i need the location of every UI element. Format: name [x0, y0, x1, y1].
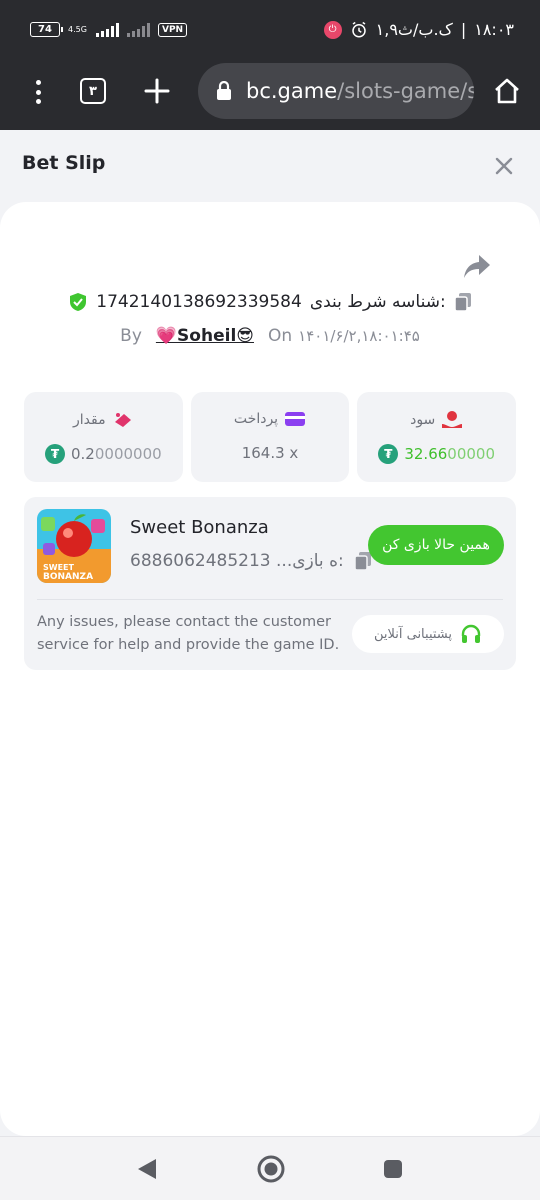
headset-icon: [461, 624, 481, 643]
on-label: On: [268, 326, 293, 346]
game-info-box: SWEET BONANZA Sweet Bonanza 688606248521…: [24, 497, 516, 670]
divider: [37, 599, 503, 600]
usdt-icon: ₮: [378, 444, 399, 464]
status-time: ۱۸:۰۳: [474, 20, 514, 39]
copy-game-id-icon[interactable]: [353, 551, 372, 571]
stat-payout-value: 164.3 x: [241, 444, 299, 462]
status-separator: |: [460, 20, 467, 39]
browser-menu-icon[interactable]: [28, 78, 48, 106]
page: Bet Slip 1742140138692339584 شناسه شرط ب…: [0, 130, 540, 1136]
game-id-row: 6886062485213 ...ه بازی:: [130, 551, 372, 571]
tab-switcher-button[interactable]: ۳: [80, 78, 106, 104]
signal-2-icon: [127, 22, 150, 37]
online-support-button[interactable]: پشتیبانی آنلاین: [352, 615, 504, 653]
share-icon[interactable]: [462, 252, 492, 280]
game-thumbnail[interactable]: SWEET BONANZA: [37, 509, 111, 583]
alarm-icon: [351, 21, 366, 37]
bet-id-row: 1742140138692339584 شناسه شرط بندی:: [0, 292, 540, 312]
battery-icon: 74: [30, 22, 63, 37]
back-icon[interactable]: [136, 1157, 158, 1181]
status-left: 74 4.5G VPN: [30, 22, 188, 37]
stat-profit-value-dim: 00000: [447, 445, 496, 463]
bet-date: ۱۴۰۱/۶/۲,۱۸:۰۱:۴۵: [298, 327, 420, 345]
bet-slip-card: 1742140138692339584 شناسه شرط بندی: By 💗…: [0, 202, 540, 1136]
game-name: Sweet Bonanza: [130, 517, 269, 538]
system-nav-bar: [0, 1136, 540, 1200]
home-circle-icon[interactable]: [256, 1154, 286, 1184]
bet-id: 1742140138692339584: [96, 292, 302, 312]
play-now-button[interactable]: همین حالا بازی کن: [368, 525, 504, 565]
online-support-label: پشتیبانی آنلاین: [373, 626, 453, 642]
support-notice: Any issues, please contact the customer …: [37, 614, 340, 653]
sweet-bonanza-logo: SWEET BONANZA: [37, 509, 111, 583]
lock-icon: [217, 81, 231, 100]
stat-profit: سود ₮ 32.6600000: [357, 392, 517, 482]
usdt-icon: ₮: [45, 444, 65, 464]
url-domain: bc.game: [246, 79, 338, 103]
profit-icon: [442, 411, 463, 428]
signal-icon: [96, 22, 119, 37]
game-id-label: ...ه بازی:: [276, 551, 344, 571]
url-text: bc.game/slots-game/s: [246, 79, 474, 103]
stat-amount-value: 0.2: [71, 445, 95, 463]
game-id: 6886062485213: [130, 551, 271, 571]
page-title: Bet Slip: [22, 152, 106, 174]
amount-icon: [114, 413, 131, 427]
status-date: ۱,۹ک.ب/ث: [375, 20, 453, 39]
thumb-title-2: BONANZA: [43, 572, 93, 582]
stat-amount: مقدار ₮ 0.20000000: [24, 392, 183, 482]
payout-card-icon: [285, 412, 306, 426]
verified-shield-icon: [70, 293, 87, 311]
by-label: By: [120, 326, 142, 346]
stat-amount-value-dim: 0000000: [94, 445, 162, 463]
power-app-icon: ⏻: [323, 20, 342, 39]
stat-payout-label: پرداخت: [233, 411, 279, 427]
bet-meta-row: By 💗Soheil😎 On ۱۴۰۱/۶/۲,۱۸:۰۱:۴۵: [0, 326, 540, 346]
stat-profit-value: 32.66: [404, 445, 448, 463]
browser-toolbar: ۳ bc.game/slots-game/s: [0, 63, 540, 130]
username-link[interactable]: 💗Soheil😎: [156, 326, 254, 346]
vpn-icon: VPN: [158, 22, 188, 37]
status-right: ⏻ ۱,۹ک.ب/ث | ۱۸:۰۳: [323, 20, 514, 39]
stat-amount-label: مقدار: [73, 412, 106, 428]
stat-payout: پرداخت 164.3 x: [190, 392, 350, 482]
new-tab-plus-icon[interactable]: [142, 76, 172, 106]
battery-level: 74: [38, 24, 52, 35]
address-bar[interactable]: bc.game/slots-game/s: [198, 63, 474, 119]
network-type: 4.5G: [68, 24, 87, 34]
url-path: /slots-game/s: [337, 79, 474, 103]
status-bar: 74 4.5G VPN ⏻ ۱,۹ک.ب/ث | ۱۸:۰۳: [0, 0, 540, 64]
recent-apps-icon[interactable]: [383, 1159, 403, 1179]
thumb-title-1: SWEET: [43, 563, 75, 572]
home-icon[interactable]: [492, 76, 522, 106]
stat-profit-label: سود: [410, 412, 436, 428]
stats-row: مقدار ₮ 0.20000000 پرداخت 164.3 x سود ₮ …: [24, 392, 517, 482]
copy-icon[interactable]: [453, 292, 472, 312]
close-icon[interactable]: [492, 154, 516, 178]
bet-id-label: شناسه شرط بندی:: [309, 292, 446, 312]
